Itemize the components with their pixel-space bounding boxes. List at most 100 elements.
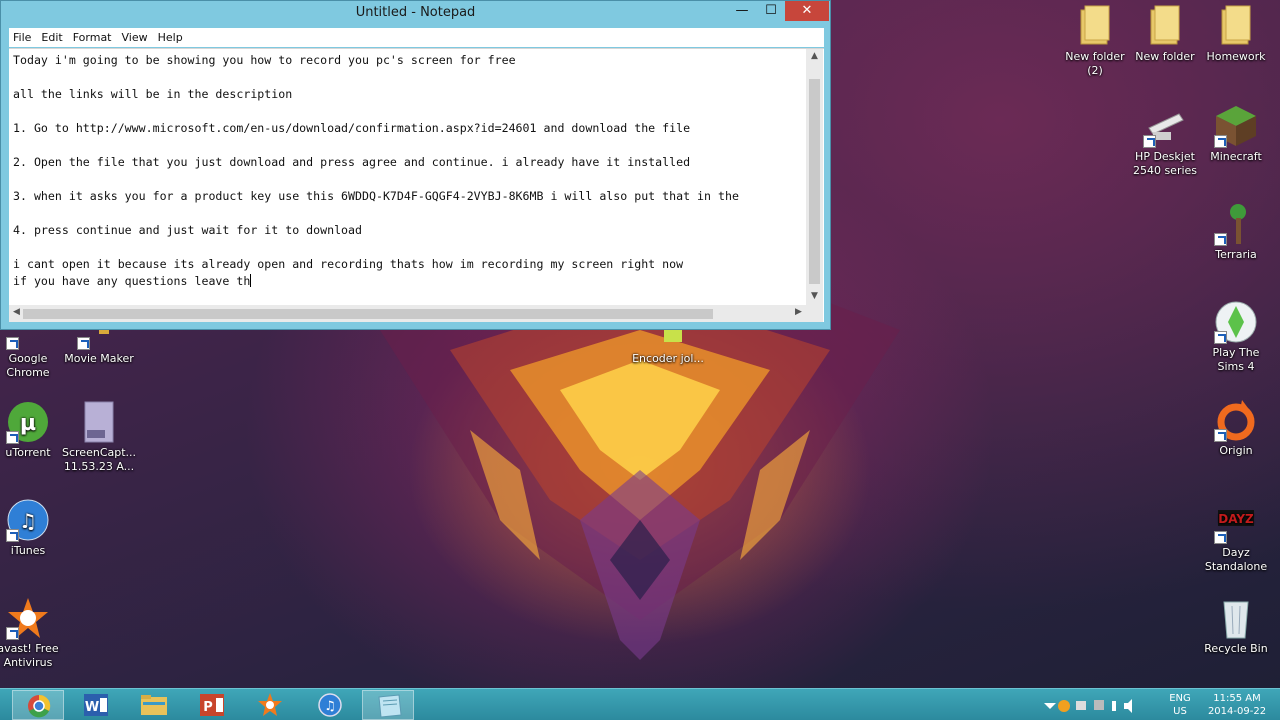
desktop-icon-avast[interactable]: avast! Free Antivirus [0,596,65,670]
menu-format[interactable]: Format [69,28,118,44]
text-content[interactable]: Today i'm going to be showing you how to… [13,52,805,302]
title-bar[interactable]: Untitled - Notepad — ☐ ✕ [1,1,830,27]
taskbar-chrome[interactable] [12,690,64,720]
text-line: 2. Open the file that you just download … [13,155,691,169]
folder-icon [1073,4,1117,48]
folder-icon [1143,4,1187,48]
show-hidden-icons-icon [1044,703,1056,709]
desktop-icon-label: Google Chrome [6,352,50,379]
text-editor[interactable]: Today i'm going to be showing you how to… [9,48,824,322]
desktop-icon-new-folder[interactable]: New folder [1128,4,1202,64]
shortcut-arrow-icon [6,431,19,444]
notepad-window[interactable]: Untitled - Notepad — ☐ ✕ File Edit Format V… [0,0,831,330]
taskbar-avast[interactable] [244,690,296,720]
word-icon: W [84,694,108,716]
input-language[interactable]: ENG US [1160,692,1200,718]
scroll-up-arrow-icon[interactable]: ▲ [806,51,823,61]
text-line: i cant open it because its already open … [13,257,684,271]
text-line: 4. press continue and just wait for it t… [13,223,363,237]
text-caret [250,274,252,287]
desktop-icon-label: Origin [1219,444,1253,457]
desktop-icon-screencapture[interactable]: ScreenCapt... 11.53.23 A... [62,400,136,474]
svg-text:W: W [85,700,99,715]
desktop-icon-new-folder-2[interactable]: New folder (2) [1058,4,1132,78]
scrollbar-corner [806,305,823,322]
taskbar-powerpoint[interactable]: P [186,690,238,720]
text-line: if you have any questions leave th [13,274,251,288]
itunes-icon: ♫ [6,498,50,542]
shortcut-arrow-icon [77,337,90,350]
vertical-scrollbar[interactable]: ▲ ▼ [806,49,823,305]
clock-date: 2014-09-22 [1207,706,1267,717]
shortcut-arrow-icon [1214,135,1227,148]
text-line: 3. when it asks you for a product key us… [13,189,739,203]
scroll-left-arrow-icon[interactable]: ◀ [13,307,20,317]
menu-view[interactable]: View [118,28,154,44]
menu-edit[interactable]: Edit [37,28,68,44]
desktop-icon-recycle-bin[interactable]: Recycle Bin [1199,596,1273,656]
desktop-icon-homework[interactable]: Homework [1199,4,1273,64]
svg-text:♫: ♫ [19,509,37,533]
menu-file[interactable]: File [9,28,37,44]
desktop-icon-label: HP Deskjet 2540 series [1132,150,1198,177]
desktop-icon-label: Terraria [1215,248,1257,261]
minecraft-icon [1214,104,1258,148]
dayz-icon: DAYZ [1214,500,1258,544]
desktop-icon-label: Homework [1206,50,1266,63]
origin-icon [1214,398,1258,442]
taskbar-word[interactable]: W [70,690,122,720]
desktop-icon-play-sims[interactable]: Play The Sims 4 [1199,300,1273,374]
desktop: New folder (2) New folder Homework HP De… [0,0,1280,688]
notepad-icon [378,694,402,718]
clock[interactable]: 11:55 AM 2014-09-22 [1200,692,1274,718]
horizontal-scrollbar[interactable]: ◀ ▶ [9,305,806,322]
region-code: US [1173,706,1187,717]
desktop-icon-terraria[interactable]: Terraria [1199,202,1273,262]
desktop-icon-label: ScreenCapt... 11.53.23 A... [62,446,137,473]
volume-icon [1124,699,1132,713]
window-title: Untitled - Notepad [355,5,476,20]
svg-text:P: P [203,700,213,715]
desktop-icon-itunes[interactable]: ♫ iTunes [0,498,65,558]
battery-icon [1112,701,1116,711]
desktop-icon-minecraft[interactable]: Minecraft [1199,104,1273,164]
desktop-icon-label: uTorrent [5,446,51,459]
close-button[interactable]: ✕ [785,1,829,21]
printer-icon [1143,104,1187,148]
recycle-bin-icon [1214,596,1258,640]
text-line-last: if you have any questions leave th [13,273,252,289]
desktop-icon-label: avast! Free Antivirus [0,642,59,669]
utorrent-icon: µ [6,400,50,444]
powerpoint-icon: P [200,694,224,716]
desktop-icon-hp-deskjet[interactable]: HP Deskjet 2540 series [1128,104,1202,178]
maximize-button[interactable]: ☐ [757,1,785,21]
shortcut-arrow-icon [1214,531,1227,544]
scroll-down-arrow-icon[interactable]: ▼ [806,291,823,301]
shortcut-arrow-icon [1214,429,1227,442]
taskbar-notepad[interactable] [362,690,414,720]
avast-icon [6,596,50,640]
desktop-icon-origin[interactable]: Origin [1199,398,1273,458]
desktop-icon-dayz[interactable]: DAYZ Dayz Standalone [1199,500,1273,574]
svg-text:♫: ♫ [324,699,336,714]
menu-bar: File Edit Format View Help [9,28,824,47]
clock-time: 11:55 AM [1213,693,1261,704]
desktop-icon-label: Encoder jol... [632,352,704,365]
horizontal-scroll-thumb[interactable] [23,309,713,319]
taskbar: W P ♫ ENG US 11:55 AM 2014-09-22 [0,688,1280,720]
tray-app-icon [1058,700,1070,712]
action-center-icon [1076,701,1086,710]
desktop-icon-label: Movie Maker [64,352,134,365]
vertical-scroll-thumb[interactable] [809,79,820,284]
minimize-button[interactable]: — [727,1,757,21]
taskbar-file-explorer[interactable] [128,690,180,720]
taskbar-itunes[interactable]: ♫ [304,690,356,720]
folder-icon [141,695,167,715]
shortcut-arrow-icon [1143,135,1156,148]
language-code: ENG [1169,693,1191,704]
text-line: all the links will be in the description [13,87,293,101]
menu-help[interactable]: Help [154,28,189,44]
scroll-right-arrow-icon[interactable]: ▶ [795,307,802,317]
network-icon [1094,700,1104,710]
desktop-icon-utorrent[interactable]: µ uTorrent [0,400,65,460]
